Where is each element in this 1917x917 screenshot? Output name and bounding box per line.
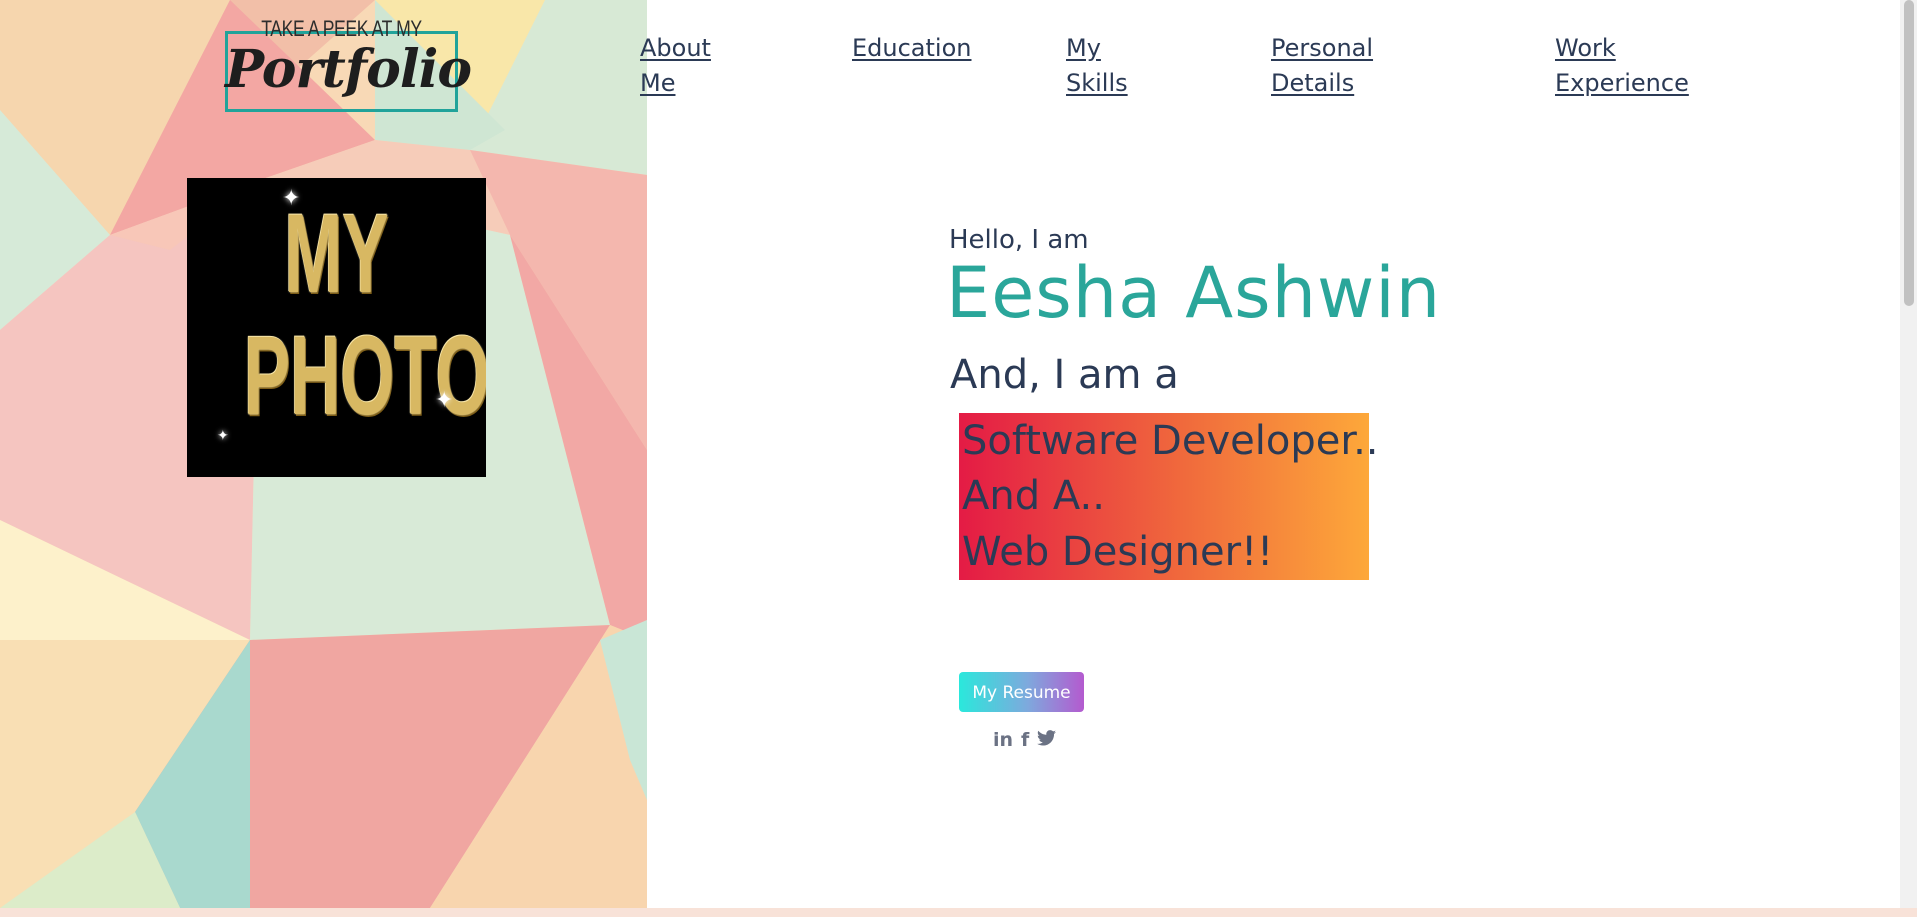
roles-banner: Software Developer.. And A.. Web Designe… xyxy=(959,413,1379,580)
portfolio-page: TAKE A PEEK AT MY Portfolio MY PHOTO ✦ ✦… xyxy=(0,0,1917,917)
scrollbar-thumb[interactable] xyxy=(1904,0,1914,306)
nav-link-label: Personal xyxy=(1271,34,1374,62)
photo-text-line2: PHOTO xyxy=(243,313,486,438)
profile-photo: MY PHOTO ✦ ✦ ✦ xyxy=(187,178,486,477)
role-line: Software Developer.. xyxy=(962,418,1379,464)
facebook-icon[interactable]: f xyxy=(1021,728,1029,752)
hero-name: Eesha Ashwin xyxy=(946,252,1442,334)
nav-link-work-experience[interactable]: Work Experience xyxy=(1555,31,1689,101)
bottom-edge xyxy=(0,908,1917,917)
role-line: And A.. xyxy=(962,473,1105,519)
social-links: in f xyxy=(993,728,1057,752)
role-line: Web Designer!! xyxy=(962,529,1274,575)
vertical-scrollbar[interactable] xyxy=(1900,0,1917,908)
nav-link-my-skills[interactable]: My Skills xyxy=(1066,31,1128,101)
photo-text-line1: MY xyxy=(284,191,389,316)
nav-link-label: About xyxy=(640,34,711,62)
logo-tagline: TAKE A PEEK AT MY xyxy=(261,16,422,41)
nav-link-about-me[interactable]: About Me xyxy=(640,31,711,101)
twitter-icon[interactable] xyxy=(1037,728,1057,752)
sparkle-icon: ✦ xyxy=(435,388,454,413)
portfolio-logo[interactable]: TAKE A PEEK AT MY Portfolio xyxy=(225,16,472,112)
nav-link-label: Work xyxy=(1555,34,1616,62)
nav-link-label: My xyxy=(1066,34,1101,62)
nav-link-personal-details[interactable]: Personal Details xyxy=(1271,31,1373,101)
hero-intro: And, I am a xyxy=(950,352,1179,398)
nav-link-label: Experience xyxy=(1555,69,1689,97)
sparkle-icon: ✦ xyxy=(282,186,301,211)
nav-link-education[interactable]: Education xyxy=(852,31,971,66)
sparkle-icon: ✦ xyxy=(217,428,229,444)
nav-link-label: Education xyxy=(852,34,972,62)
twitter-bird-glyph xyxy=(1037,730,1057,746)
linkedin-icon[interactable]: in xyxy=(993,728,1013,752)
logo-title: Portfolio xyxy=(225,39,472,100)
nav-link-label: Details xyxy=(1271,69,1355,97)
my-resume-button[interactable]: My Resume xyxy=(959,672,1084,712)
nav-link-label: Me xyxy=(640,69,676,97)
nav-link-label: Skills xyxy=(1066,69,1128,97)
